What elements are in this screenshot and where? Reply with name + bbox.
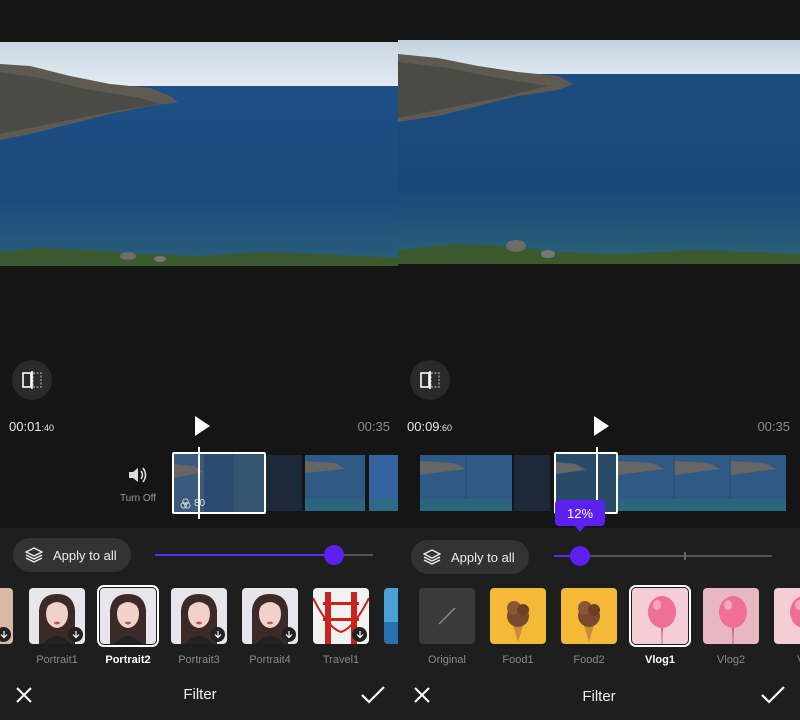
- filter-thumbnail: [242, 588, 298, 644]
- clip-thumbnail[interactable]: [618, 455, 786, 511]
- split-compare-icon: [420, 371, 440, 389]
- total-time: 00:35: [357, 419, 390, 434]
- clip-gap: [514, 455, 550, 511]
- filter-thumbnail: [97, 585, 159, 647]
- filter-thumbnail: [629, 585, 691, 647]
- compare-button[interactable]: [410, 360, 450, 400]
- video-preview: [0, 42, 400, 266]
- filter-list: Portrait1 Portrait2 Portrait3 Portrait4 Trav…: [0, 585, 400, 670]
- filter-item-vlog2[interactable]: Vlog2: [702, 588, 760, 666]
- filter-label: Vlog1: [645, 654, 675, 666]
- filter-item-portrait1[interactable]: Portrait1: [28, 588, 86, 666]
- check-icon[interactable]: [760, 684, 786, 706]
- apply-to-all-label: Apply to all: [451, 549, 515, 565]
- apply-to-all-button[interactable]: Apply to all: [13, 538, 131, 572]
- compare-button[interactable]: [12, 360, 52, 400]
- right-screen: 00:09:60 00:35 Apply to all 12% Original…: [398, 0, 800, 720]
- download-icon: [0, 627, 11, 642]
- intensity-percent-bubble: 12%: [555, 500, 605, 532]
- left-screen: 00:01:40 00:35 Turn Off 80: [0, 0, 400, 720]
- apply-to-all-label: Apply to all: [53, 547, 117, 563]
- filter-thumbnail: [419, 588, 475, 644]
- filter-item-portrait4[interactable]: Portrait4: [241, 588, 299, 666]
- selected-clip[interactable]: 80: [172, 452, 266, 514]
- filter-label: Food1: [502, 654, 534, 666]
- download-icon: [68, 627, 83, 642]
- current-time: 00:01:40: [9, 419, 55, 434]
- filter-label: Vl: [773, 654, 800, 666]
- slider-default-tick: [684, 552, 686, 560]
- filter-item-vl[interactable]: Vl: [773, 588, 800, 666]
- layers-icon: [25, 547, 43, 563]
- clip-filter-badge: 80: [180, 498, 205, 509]
- filter-label: Portrait2: [105, 654, 151, 666]
- filter-thumbnail: [490, 588, 546, 644]
- filter-item-food1[interactable]: Food1: [489, 588, 547, 666]
- filter-label: Portrait3: [178, 654, 220, 666]
- apply-to-all-button[interactable]: Apply to all: [411, 540, 529, 574]
- download-icon: [281, 627, 296, 642]
- clip-gap: [266, 455, 302, 511]
- filter-circles-icon: [180, 498, 191, 509]
- layers-icon: [423, 549, 441, 565]
- filter-item-portrait2[interactable]: Portrait2: [97, 585, 159, 666]
- filter-item-travel1[interactable]: Travel1: [312, 588, 370, 666]
- footer-title: Filter: [183, 686, 217, 703]
- intensity-slider-knob[interactable]: [570, 546, 590, 566]
- filter-label: Travel1: [322, 654, 360, 666]
- current-time: 00:09:60: [407, 419, 453, 434]
- play-icon[interactable]: [591, 414, 611, 438]
- video-preview: [398, 40, 800, 264]
- intensity-slider-knob[interactable]: [324, 545, 344, 565]
- filter-item-vlog1[interactable]: Vlog1: [629, 585, 691, 666]
- filter-label: Food2: [573, 654, 605, 666]
- filter-label: Portrait1: [36, 654, 78, 666]
- filter-label: Portrait4: [249, 654, 291, 666]
- filter-thumbnail: [171, 588, 227, 644]
- clip-gap: [398, 455, 414, 511]
- check-icon[interactable]: [360, 684, 386, 706]
- filter-thumbnail: [313, 588, 369, 644]
- intensity-slider-fill: [155, 554, 334, 556]
- playhead[interactable]: [198, 447, 200, 519]
- filter-item-food2[interactable]: Food2: [560, 588, 618, 666]
- total-time: 00:35: [757, 419, 790, 434]
- split-compare-icon: [22, 371, 42, 389]
- filter-item[interactable]: [0, 588, 14, 644]
- download-icon: [210, 627, 225, 642]
- filter-list: Original Food1 Food2 Vlog1 Vlog2 Vl: [398, 585, 800, 670]
- filter-thumbnail: [561, 588, 617, 644]
- clip-thumbnail[interactable]: [369, 455, 400, 511]
- filter-label: Vlog2: [716, 654, 746, 666]
- filter-label: Original: [428, 654, 466, 666]
- download-icon: [352, 627, 367, 642]
- clip-track: 80: [0, 452, 400, 514]
- play-icon[interactable]: [192, 414, 212, 438]
- filter-thumbnail: [703, 588, 759, 644]
- filter-thumbnail: [29, 588, 85, 644]
- filter-item-portrait3[interactable]: Portrait3: [170, 588, 228, 666]
- clip-thumbnail[interactable]: [420, 455, 512, 511]
- clip-thumbnail[interactable]: [305, 455, 365, 511]
- filter-thumbnail: [774, 588, 800, 644]
- filter-item-original[interactable]: Original: [418, 588, 476, 666]
- footer-title: Filter: [582, 688, 616, 705]
